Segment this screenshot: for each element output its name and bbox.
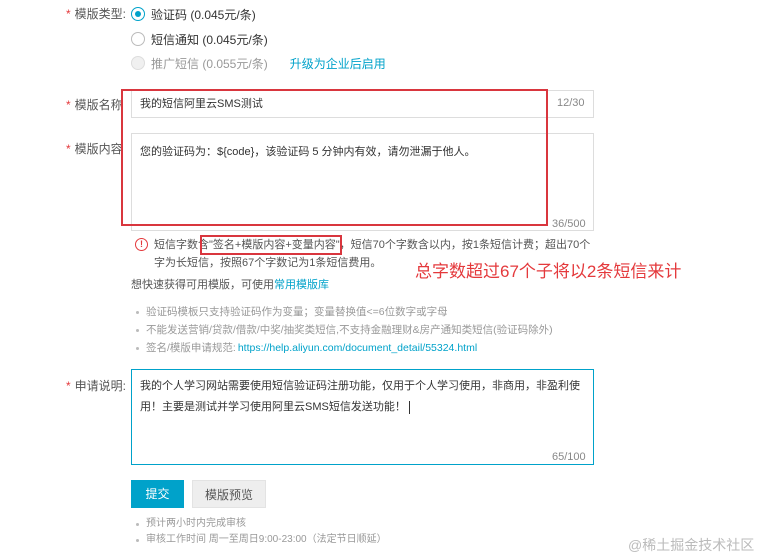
template-preview-button[interactable]: 模版预览 [192, 480, 266, 508]
radio-sms-notification[interactable]: 短信通知 (0.045元/条) [131, 30, 268, 48]
tip-item: 验证码模板只支持验证码作为变量；变量替换值<=6位数字或字母 [134, 303, 553, 321]
radio-verification-code[interactable]: 验证码 (0.045元/条) [131, 5, 256, 23]
tips-list: 验证码模板只支持验证码作为变量；变量替换值<=6位数字或字母 不能发送营销/贷款… [134, 303, 553, 357]
annotation-box-name-content [121, 89, 548, 226]
application-counter: 65/100 [552, 451, 586, 463]
template-content-label: * 模版内容 [66, 142, 123, 156]
radio-unchecked-icon[interactable] [131, 32, 145, 46]
template-name-label: * 模版名称 [66, 98, 123, 112]
submit-button[interactable]: 提交 [131, 480, 184, 508]
review-notes: 预计两小时内完成审核 审核工作时间 周一至周日9:00-23:00（法定节日顺延… [134, 516, 387, 548]
radio-promotional-sms: 推广短信 (0.055元/条) 升级为企业后启用 [131, 54, 386, 72]
tip-item: 不能发送营销/贷款/借款/中奖/抽奖类短信,不支持金融理财&房产通知类短信(验证… [134, 321, 553, 339]
watermark: @稀土掘金技术社区 [628, 537, 755, 553]
template-content-counter: 36/500 [552, 218, 586, 230]
template-library-link[interactable]: 常用模版库 [274, 279, 329, 291]
upgrade-to-enterprise-link[interactable]: 升级为企业后启用 [290, 55, 386, 72]
review-note-item: 审核工作时间 周一至周日9:00-23:00（法定节日顺延） [134, 532, 387, 548]
radio-checked-icon[interactable] [131, 7, 145, 21]
radio-disabled-icon [131, 56, 145, 70]
template-type-label: * 模版类型: [66, 7, 127, 21]
tip-item: 签名/模版申请规范: https://help.aliyun.com/docume… [134, 339, 553, 357]
template-name-counter: 12/30 [557, 97, 585, 109]
application-textarea[interactable]: 我的个人学习网站需要使用短信验证码注册功能，仅用于个人学习使用，非商用，非盈利使… [131, 369, 594, 465]
review-note-item: 预计两小时内完成审核 [134, 516, 387, 532]
quick-template-hint: 想快速获得可用模版，可使用常用模版库 [131, 279, 329, 291]
text-cursor [408, 400, 410, 414]
annotation-note: 总字数超过67个子将以2条短信来计 [415, 262, 682, 281]
spec-doc-link[interactable]: https://help.aliyun.com/document_detail/… [238, 342, 477, 354]
warning-icon: ! [135, 238, 148, 251]
application-label: * 申请说明: [66, 379, 127, 393]
annotation-box-signature-content [200, 235, 342, 255]
